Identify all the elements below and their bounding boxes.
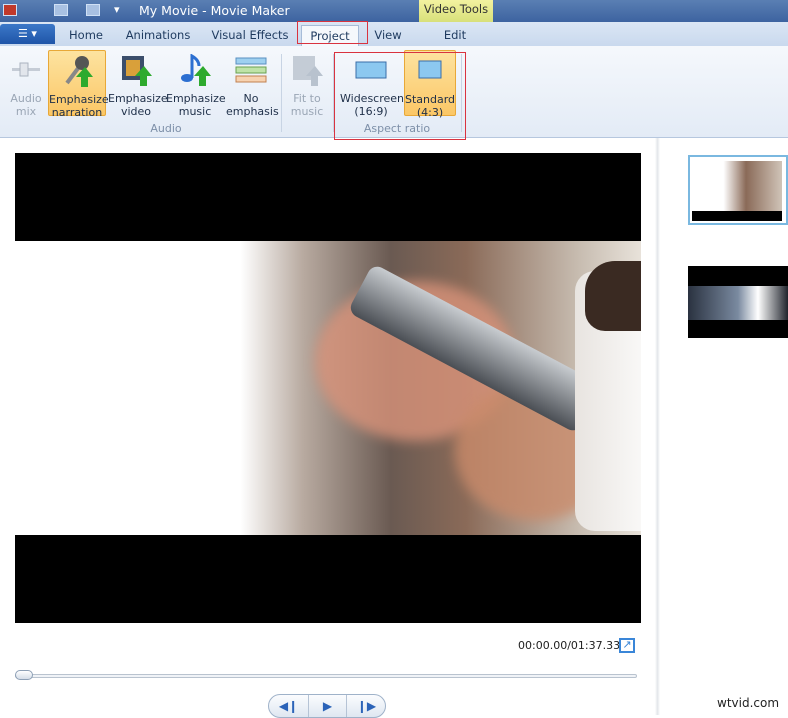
group-label-audio: Audio [150,122,182,135]
film-icon [122,56,152,86]
app-icon [3,4,17,16]
quick-access-icon[interactable] [54,4,68,16]
title-bar: ▾ My Movie - Movie Maker Video Tools [0,0,788,22]
seek-handle[interactable] [15,670,33,680]
fullscreen-icon[interactable]: ↗ [619,638,635,653]
no-emphasis-button[interactable]: No emphasis [226,50,279,118]
annotation-box-aspect-ratio [334,52,466,140]
emphasize-video-button[interactable]: Emphasize video [108,50,168,118]
fit-music-icon [293,56,323,86]
audio-mix-button[interactable]: Audio mix [6,50,46,118]
video-tools-label: Video Tools [419,0,493,22]
customize-dropdown-icon[interactable]: ▾ [114,3,120,16]
fit-to-music-button[interactable]: Fit to music [286,50,328,118]
file-menu-button[interactable]: ☰ ▾ [0,24,55,44]
audio-mix-icon [12,62,40,77]
seek-bar[interactable] [15,674,637,678]
emphasize-music-button[interactable]: Emphasize music [166,50,226,118]
playback-time: 00:00.00/01:37.33 [518,639,621,652]
video-frame [15,241,641,535]
ribbon-tabs: ☰ ▾ Home Animations Visual Effects Proje… [0,22,788,46]
quick-access-icon[interactable] [86,4,100,16]
emphasize-narration-button[interactable]: Emphasize narration [48,50,109,119]
music-note-icon [181,54,211,86]
watermark: wtvid.com [717,696,780,710]
tab-view[interactable]: View [367,25,409,46]
video-preview[interactable] [15,153,641,623]
bars-icon [235,57,267,83]
tab-home[interactable]: Home [60,25,112,46]
microphone-icon [65,56,93,87]
storyboard-clip[interactable] [688,266,788,338]
tab-visual-effects[interactable]: Visual Effects [208,25,292,46]
annotation-box-project [297,21,368,44]
window-title: My Movie - Movie Maker [139,3,290,18]
tab-edit[interactable]: Edit [425,25,485,46]
playback-controls: ◀❙ ▶ ❙▶ [268,694,386,718]
tab-animations[interactable]: Animations [120,25,196,46]
pane-divider[interactable] [655,138,660,715]
separator [281,54,282,132]
storyboard-clip-selected[interactable] [688,155,788,225]
